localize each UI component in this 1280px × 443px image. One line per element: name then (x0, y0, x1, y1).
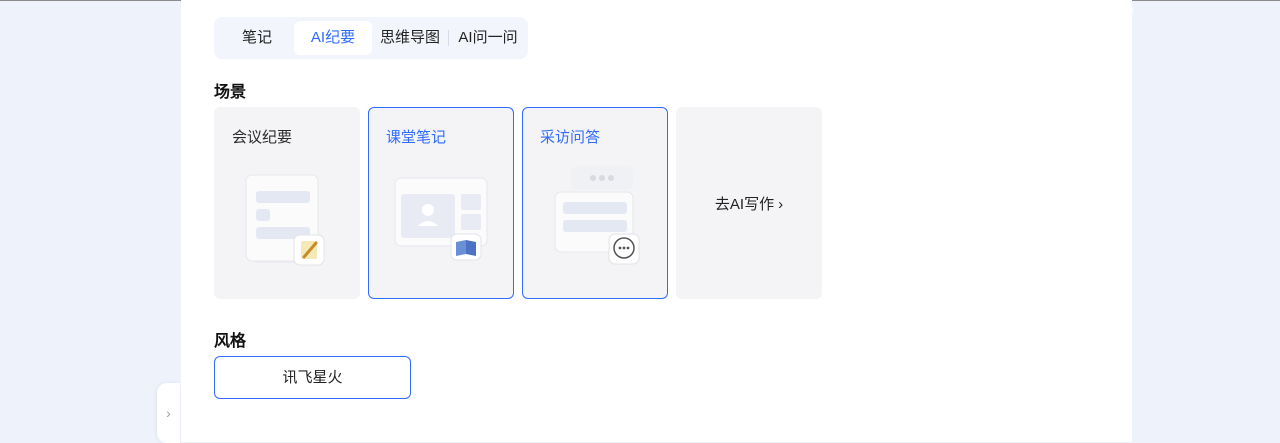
chevron-right-icon: › (778, 196, 784, 213)
scene-card-meeting[interactable]: 会议纪要 (214, 107, 360, 299)
tab-mind-map[interactable]: 思维导图 (378, 21, 442, 55)
memo-pencil-icon (245, 174, 325, 266)
goto-ai-writing-link[interactable]: 去AI写作 › (676, 193, 822, 214)
scene-section-title: 场景 (214, 84, 247, 101)
scene-card-label: 采访问答 (540, 129, 601, 146)
tab-ai-summary[interactable]: AI纪要 (294, 21, 372, 55)
chevron-right-icon: › (166, 405, 171, 421)
speech-bubble-icon (554, 166, 640, 265)
scene-card-label: 课堂笔记 (386, 129, 447, 146)
goto-ai-writing-label: 去AI写作 (714, 196, 775, 213)
style-section-title: 风格 (214, 333, 247, 350)
tab-ai-ask[interactable]: AI问一问 (454, 21, 522, 55)
sidebar-expand-toggle[interactable]: › (157, 383, 180, 443)
view-tab-bar: 笔记 AI纪要 思维导图 AI问一问 (214, 17, 528, 59)
scene-card-interview[interactable]: 采访问答 (522, 107, 668, 299)
tab-separator (448, 30, 449, 46)
goto-ai-writing-card[interactable]: 去AI写作 › (676, 107, 822, 299)
scene-card-label: 会议纪要 (232, 129, 293, 146)
style-option-xunfei-spark[interactable]: 讯飞星火 (214, 356, 411, 399)
open-book-icon (394, 177, 488, 261)
tab-notes[interactable]: 笔记 (234, 21, 280, 55)
scene-card-class[interactable]: 课堂笔记 (368, 107, 514, 299)
